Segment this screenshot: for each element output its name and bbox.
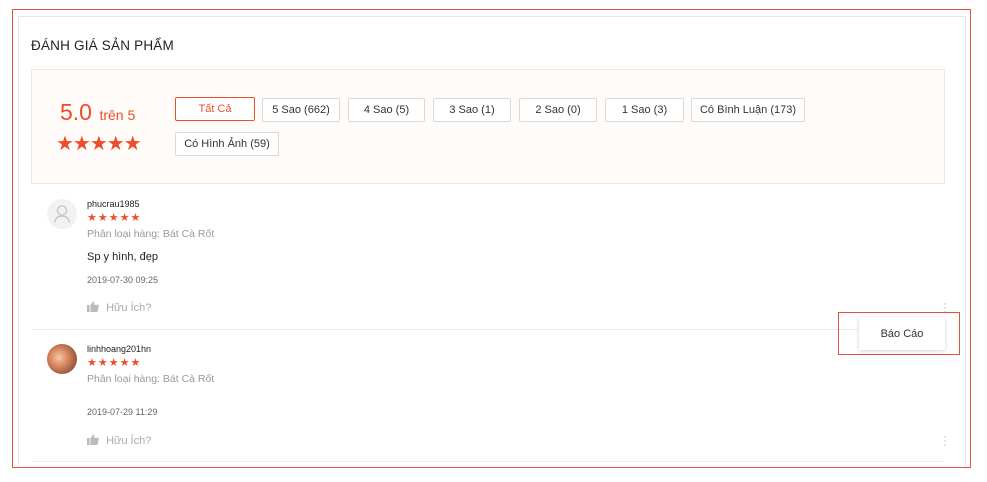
score-stars-icon: ★★★★★ [56, 133, 142, 155]
helpful-label: Hữu Ích? [106, 435, 152, 447]
review-variation: Phân loại hàng: Bát Cà Rốt [87, 228, 215, 240]
helpful-label: Hữu Ích? [106, 302, 152, 314]
score-value: 5.0 [60, 99, 92, 125]
helpful-button[interactable]: Hữu Ích? [87, 434, 151, 447]
filter-5-star-button[interactable]: 5 Sao (662) [262, 98, 340, 122]
helpful-button[interactable]: Hữu Ích? [87, 301, 151, 314]
filter-4-star-button[interactable]: 4 Sao (5) [348, 98, 425, 122]
score-suffix: trên 5 [99, 107, 136, 123]
thumbs-up-icon [87, 301, 99, 312]
user-avatar-icon[interactable] [47, 199, 77, 229]
review-timestamp: 2019-07-30 09:25 [87, 275, 159, 285]
review-variation: Phân loại hàng: Bát Cà Rốt [87, 373, 215, 385]
section-title: ĐÁNH GIÁ SẢN PHẨM [31, 38, 174, 53]
review-divider [31, 461, 945, 462]
filter-1-star-button[interactable]: 1 Sao (3) [605, 98, 684, 122]
review-username[interactable]: linhhoang201hn [87, 344, 151, 354]
filter-with-images-button[interactable]: Có Hình Ảnh (59) [175, 132, 279, 156]
rating-score: 5.0 trên 5 [60, 99, 135, 126]
report-button[interactable]: Báo Cáo [859, 317, 945, 350]
review-timestamp: 2019-07-29 11:29 [87, 407, 158, 417]
user-avatar-photo[interactable] [47, 344, 77, 374]
more-options-icon[interactable]: · · · [942, 430, 948, 450]
review-stars-icon: ★★★★★ [87, 212, 142, 224]
rating-overview [31, 69, 945, 184]
review-username[interactable]: phucrau1985 [87, 199, 140, 209]
review-comment: Sp y hình, đẹp [87, 251, 158, 263]
filter-all-button[interactable]: Tất Cả [175, 97, 255, 121]
review-stars-icon: ★★★★★ [87, 357, 142, 369]
filter-2-star-button[interactable]: 2 Sao (0) [519, 98, 597, 122]
filter-with-comments-button[interactable]: Có Bình Luận (173) [691, 98, 805, 122]
thumbs-up-icon [87, 434, 99, 445]
review-divider [31, 329, 945, 330]
filter-3-star-button[interactable]: 3 Sao (1) [433, 98, 511, 122]
